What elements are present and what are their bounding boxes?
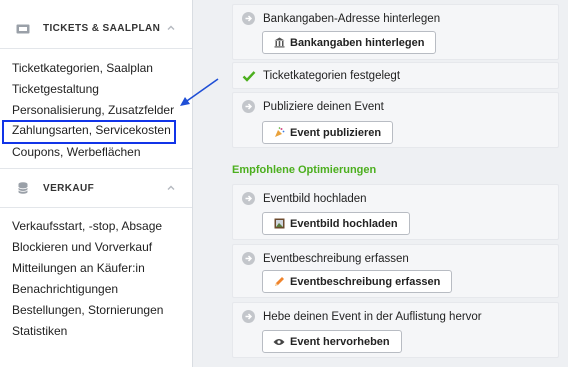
button-label: Eventbild hochladen — [290, 217, 398, 230]
bankangaben-hinterlegen-button[interactable]: Bankangaben hinterlegen — [262, 31, 437, 54]
main-content: Bankangaben-Adresse hinterlegen Bankanga… — [194, 0, 568, 367]
button-label: Event hervorheben — [290, 335, 390, 348]
button-label: Eventbeschreibung erfassen — [290, 275, 441, 288]
database-icon — [16, 182, 30, 194]
nav-list-verkauf: Verkaufsstart, -stop, Absage Blockieren … — [0, 216, 192, 342]
task-card-publizieren: Publiziere deinen Event Event publiziere… — [232, 92, 559, 148]
nav-item-ticketgestaltung[interactable]: Ticketgestaltung — [0, 79, 192, 100]
task-text: Hebe deinen Event in der Auflistung herv… — [263, 310, 482, 323]
section-header-verkauf[interactable]: VERKAUF — [0, 168, 192, 208]
arrow-right-circle-icon — [242, 252, 255, 265]
checkmark-icon — [242, 71, 256, 82]
nav-item-ticketkategorien[interactable]: Ticketkategorien, Saalplan — [0, 58, 192, 79]
task-card-hervorheben: Hebe deinen Event in der Auflistung herv… — [232, 302, 559, 358]
chevron-up-icon[interactable] — [166, 23, 176, 33]
eventbeschreibung-erfassen-button[interactable]: Eventbeschreibung erfassen — [262, 270, 453, 293]
eventbild-hochladen-button[interactable]: Eventbild hochladen — [262, 212, 410, 235]
eye-icon — [273, 336, 285, 347]
task-text: Ticketkategorien festgelegt — [263, 70, 401, 82]
party-popper-icon — [273, 127, 285, 138]
nav-item-zahlungsarten[interactable]: Zahlungsarten, Servicekosten — [2, 120, 176, 144]
event-publizieren-button[interactable]: Event publizieren — [262, 121, 394, 144]
task-card-bank: Bankangaben-Adresse hinterlegen Bankanga… — [232, 4, 559, 60]
event-hervorheben-button[interactable]: Event hervorheben — [262, 330, 402, 353]
section-title-verkauf: VERKAUF — [43, 182, 95, 194]
nav-item-blockieren[interactable]: Blockieren und Vorverkauf — [0, 237, 192, 258]
ticket-icon — [16, 23, 30, 35]
task-card-eventbild: Eventbild hochladen Eventbild hochladen — [232, 184, 559, 240]
section-header-tickets[interactable]: TICKETS & SAALPLAN — [0, 9, 192, 49]
nav-list-tickets: Ticketkategorien, Saalplan Ticketgestalt… — [0, 58, 192, 163]
task-text: Eventbeschreibung erfassen — [263, 252, 409, 265]
nav-item-coupons[interactable]: Coupons, Werbeflächen — [0, 142, 192, 163]
recommended-heading: Empfohlene Optimierungen — [232, 164, 377, 176]
arrow-right-circle-icon — [242, 192, 255, 205]
nav-item-mitteilungen[interactable]: Mitteilungen an Käufer:in — [0, 258, 192, 279]
task-text: Eventbild hochladen — [263, 192, 367, 205]
sidebar: TICKETS & SAALPLAN Ticketkategorien, Saa… — [0, 0, 193, 367]
button-label: Event publizieren — [290, 126, 382, 139]
arrow-right-circle-icon — [242, 100, 255, 113]
picture-icon — [273, 218, 285, 229]
arrow-right-circle-icon — [242, 310, 255, 323]
nav-item-benachrichtigungen[interactable]: Benachrichtigungen — [0, 279, 192, 300]
task-text: Publiziere deinen Event — [263, 100, 384, 113]
nav-item-statistiken[interactable]: Statistiken — [0, 321, 192, 342]
section-title-tickets: TICKETS & SAALPLAN — [43, 23, 161, 34]
nav-item-bestellungen[interactable]: Bestellungen, Stornierungen — [0, 300, 192, 321]
nav-item-verkaufsstart[interactable]: Verkaufsstart, -stop, Absage — [0, 216, 192, 237]
task-card-ticketkategorien: Ticketkategorien festgelegt — [232, 62, 559, 89]
pencil-icon — [273, 276, 285, 287]
task-card-eventbeschreibung: Eventbeschreibung erfassen Eventbeschrei… — [232, 244, 559, 298]
chevron-up-icon[interactable] — [166, 183, 176, 193]
button-label: Bankangaben hinterlegen — [290, 36, 425, 49]
bank-icon — [273, 37, 285, 48]
arrow-right-circle-icon — [242, 12, 255, 25]
nav-item-personalisierung[interactable]: Personalisierung, Zusatzfelder — [0, 100, 192, 121]
task-text: Bankangaben-Adresse hinterlegen — [263, 12, 441, 25]
